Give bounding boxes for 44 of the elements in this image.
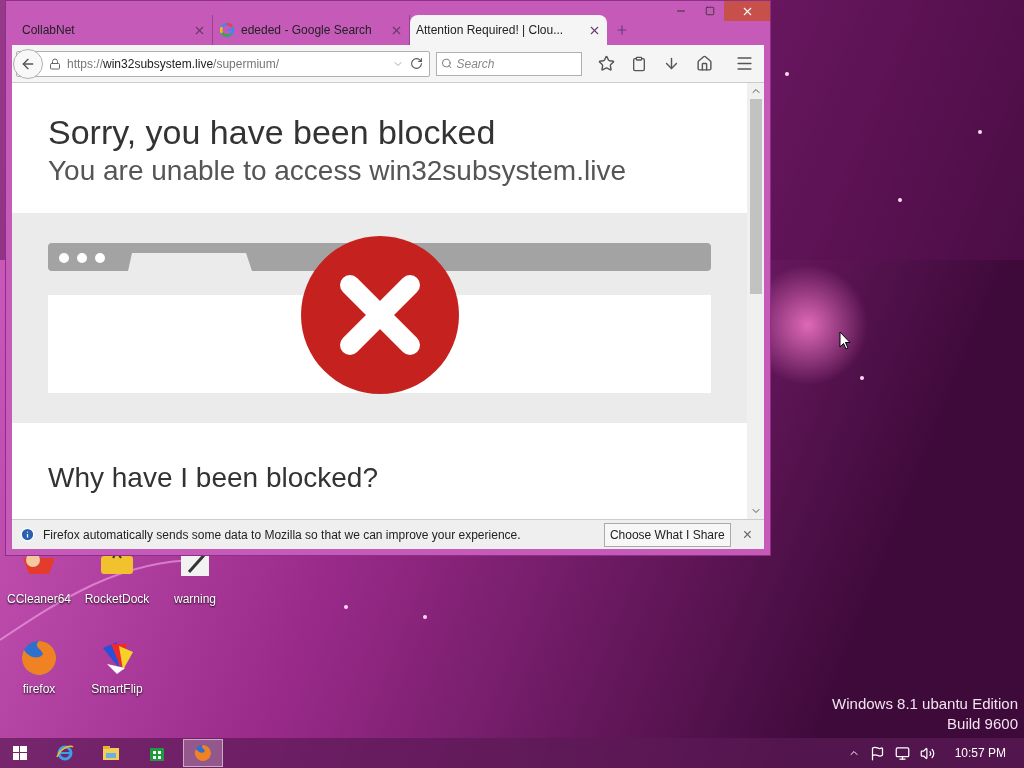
maximize-icon [704,6,715,16]
tab-title: CollabNet [22,22,76,39]
notification-message: Firefox automatically sends some data to Mozilla so that we can improve your experience. [43,526,522,544]
flag-icon[interactable] [869,745,885,761]
browser-tab[interactable]: Attention Required! | Clou... [410,15,607,45]
start-windows-icon[interactable] [13,746,27,760]
desktop-icon-label[interactable]: firefox [22,680,56,698]
close-notification-button[interactable]: × [738,522,756,547]
choose-what-i-share-button[interactable]: Choose What I Share [603,522,731,547]
bookmark-star-icon[interactable] [598,55,615,72]
desktop-icon-label[interactable]: SmartFlip [91,680,143,698]
google-g-icon [219,22,235,38]
tab-title: ededed - Google Search [241,22,373,39]
edition-text: Windows 8.1 ubantu Edition [832,694,1018,714]
home-icon[interactable] [696,55,713,72]
search-field[interactable]: Search [436,51,582,76]
info-icon [20,527,35,542]
page-title: Sorry, you have been blocked [48,112,497,153]
network-icon[interactable] [894,745,910,761]
firefox-icon [193,743,213,763]
edition-text: Build 9600 [947,714,1018,734]
lock-icon [49,57,61,70]
error-x-icon [300,235,460,395]
browser-e-icon [55,743,75,763]
clipboard-icon[interactable] [631,55,647,72]
speaker-icon[interactable] [919,745,935,761]
reload-icon[interactable] [410,57,423,70]
search-icon [441,57,453,70]
download-icon[interactable] [663,55,680,72]
section-heading: Why have I been blocked? [48,462,378,493]
firefox-icon [19,638,59,678]
url-text: https://win32subsystem.live/supermium/ [67,55,281,73]
url-field[interactable]: https://win32subsystem.live/supermium/ [16,50,430,77]
clock[interactable]: 10:57 PM [954,744,1006,762]
back-button[interactable] [13,48,43,79]
search-input[interactable]: Search [456,54,577,73]
menu-icon[interactable] [735,54,754,73]
desktop-icon-label[interactable]: warning [174,590,216,608]
page-subtitle: You are unable to access win32subsystem.live [48,154,627,188]
mouse-pointer-icon [839,331,851,350]
desktop-icon-label[interactable]: CCleaner64 [6,590,71,608]
folder-icon [101,743,121,763]
desktop-icon-label[interactable]: RocketDock [84,590,150,608]
tab-title: Attention Required! | Clou... [416,22,565,39]
